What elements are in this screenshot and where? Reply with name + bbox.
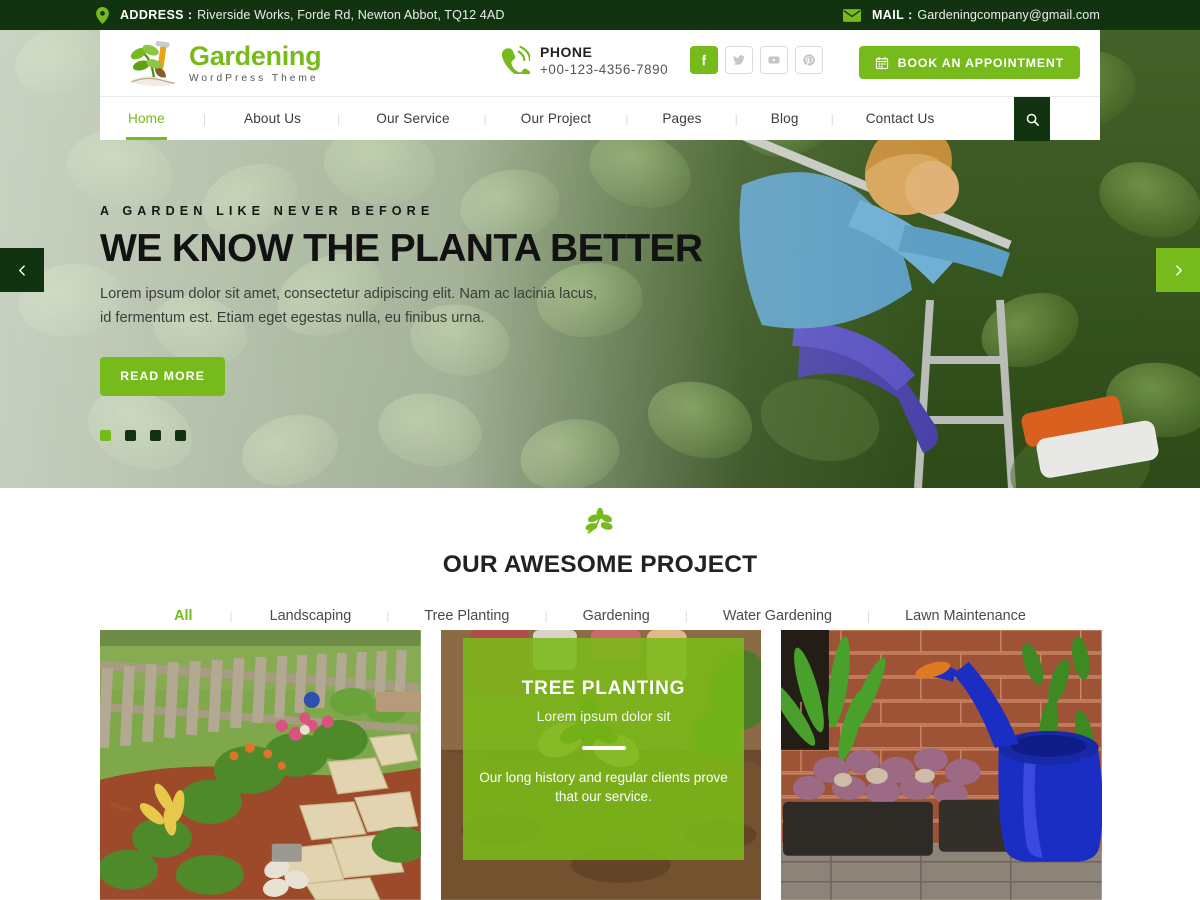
slider-dot-4[interactable] <box>175 430 186 441</box>
filter-all[interactable]: All <box>174 608 192 624</box>
filter-water-gardening[interactable]: Water Gardening <box>723 608 832 624</box>
nav-item-about-us[interactable]: About Us <box>244 111 301 126</box>
social-links <box>690 46 823 74</box>
hero-content: A GARDEN LIKE NEVER BEFORE WE KNOW THE P… <box>100 204 720 396</box>
mail-colon: : <box>908 8 913 22</box>
filter-separator: | <box>544 609 548 623</box>
pinterest-button[interactable] <box>795 46 823 74</box>
filter-separator: | <box>229 609 233 623</box>
location-pin-icon <box>96 6 109 24</box>
nav-separator: | <box>625 111 629 126</box>
logo-title: Gardening <box>189 40 322 71</box>
phone-text-block: PHONE +00-123-4356-7890 <box>540 44 668 77</box>
nav-item-our-service[interactable]: Our Service <box>376 111 449 126</box>
filter-separator: | <box>684 609 688 623</box>
project-card-2-overlay: TREE PLANTING Lorem ipsum dolor sit Our … <box>462 638 745 860</box>
mail-label: MAIL <box>871 8 905 22</box>
project-card-1[interactable] <box>100 630 421 900</box>
filter-landscaping[interactable]: Landscaping <box>270 608 352 624</box>
calendar-icon <box>875 56 888 69</box>
filter-separator: | <box>866 609 871 623</box>
top-contact-bar: ADDRESS : Riverside Works, Forde Rd, New… <box>0 0 1200 30</box>
filter-lawn-maintenance[interactable]: Lawn Maintenance <box>905 608 1026 624</box>
project-card-2[interactable]: TREE PLANTING Lorem ipsum dolor sit Our … <box>440 630 762 900</box>
slider-dot-3[interactable] <box>150 430 161 441</box>
youtube-icon <box>768 56 780 64</box>
section-ornament <box>0 488 1200 544</box>
section-title: OUR AWESOME PROJECT <box>442 551 758 578</box>
phone-block[interactable]: PHONE +00-123-4356-7890 <box>500 44 668 77</box>
envelope-icon <box>842 8 861 22</box>
nav-item-contact-us[interactable]: Contact Us <box>866 111 935 126</box>
project-card-3[interactable] <box>781 630 1102 900</box>
twitter-icon <box>733 55 745 65</box>
main-navigation: Home | About Us | Our Service | Our Proj… <box>100 96 1100 141</box>
address-label: ADDRESS <box>120 8 184 22</box>
hero-title: WE KNOW THE PLANTA BETTER <box>100 227 703 270</box>
nav-list: Home | About Us | Our Service | Our Proj… <box>126 111 935 140</box>
logo-text-block: Gardening WordPress Theme <box>189 40 322 84</box>
garden-path-photo <box>100 630 421 900</box>
overlay-divider <box>581 746 626 750</box>
nav-item-home[interactable]: Home <box>126 111 167 140</box>
nav-item-our-project[interactable]: Our Project <box>521 111 591 126</box>
book-appointment-label: BOOK AN APPOINTMENT <box>897 55 1064 70</box>
nav-separator: | <box>734 111 738 126</box>
phone-ringing-icon <box>501 46 530 75</box>
overlay-subtitle: Lorem ipsum dolor sit <box>536 708 671 724</box>
phone-label: PHONE <box>540 44 593 60</box>
slider-dot-1[interactable] <box>100 430 111 441</box>
slider-next-button[interactable] <box>1156 248 1200 292</box>
projects-section: OUR AWESOME PROJECT All | Landscaping | … <box>0 488 1200 900</box>
slider-prev-button[interactable] <box>0 248 44 292</box>
site-header: Gardening WordPress Theme PHONE +00-123-… <box>100 30 1100 141</box>
leaf-branch-icon <box>585 507 613 534</box>
facebook-button[interactable] <box>690 46 718 74</box>
twitter-button[interactable] <box>725 46 753 74</box>
hero-description: Lorem ipsum dolor sit amet, consectetur … <box>100 286 598 326</box>
plant-shovel-icon <box>130 41 177 86</box>
project-cards: TREE PLANTING Lorem ipsum dolor sit Our … <box>100 630 1102 900</box>
hero-eyebrow: A GARDEN LIKE NEVER BEFORE <box>100 204 435 218</box>
chevron-right-icon <box>1175 264 1182 276</box>
mail-block: MAIL : Gardeningcompany@gmail.com <box>842 8 1100 22</box>
overlay-description: Our long history and regular clients pro… <box>479 770 728 805</box>
filter-tree-planting[interactable]: Tree Planting <box>424 608 509 624</box>
filter-gardening[interactable]: Gardening <box>583 608 650 624</box>
watering-can-photo <box>781 630 1102 900</box>
pinterest-icon <box>803 54 815 66</box>
address-colon: : <box>187 8 193 22</box>
phone-number: +00-123-4356-7890 <box>540 61 669 77</box>
nav-separator: | <box>202 111 206 126</box>
nav-separator: | <box>830 111 834 126</box>
address-block: ADDRESS : Riverside Works, Forde Rd, New… <box>96 6 505 24</box>
page-root: A GARDEN LIKE NEVER BEFORE WE KNOW THE P… <box>0 0 1200 900</box>
slider-dots <box>100 430 186 441</box>
slider-dot-2[interactable] <box>125 430 136 441</box>
youtube-button[interactable] <box>760 46 788 74</box>
chevron-left-icon <box>18 264 25 276</box>
nav-item-blog[interactable]: Blog <box>771 111 799 126</box>
filter-separator: | <box>386 609 390 623</box>
project-filter-tabs: All | Landscaping | Tree Planting | Gard… <box>0 608 1200 624</box>
address-value: Riverside Works, Forde Rd, Newton Abbot,… <box>197 8 505 22</box>
search-icon <box>1026 113 1039 126</box>
header-top-row: Gardening WordPress Theme PHONE +00-123-… <box>100 30 1100 96</box>
nav-separator: | <box>337 111 341 126</box>
mail-value: Gardeningcompany@gmail.com <box>917 8 1100 22</box>
site-logo[interactable]: Gardening WordPress Theme <box>128 40 322 86</box>
nav-item-pages[interactable]: Pages <box>662 111 701 126</box>
nav-separator: | <box>483 111 487 126</box>
book-appointment-button[interactable]: BOOK AN APPOINTMENT <box>858 46 1080 79</box>
search-button[interactable] <box>1014 97 1050 141</box>
facebook-icon <box>702 54 707 66</box>
logo-subtitle: WordPress Theme <box>189 72 319 84</box>
read-more-button[interactable]: READ MORE <box>100 356 225 396</box>
overlay-title: TREE PLANTING <box>521 678 686 699</box>
